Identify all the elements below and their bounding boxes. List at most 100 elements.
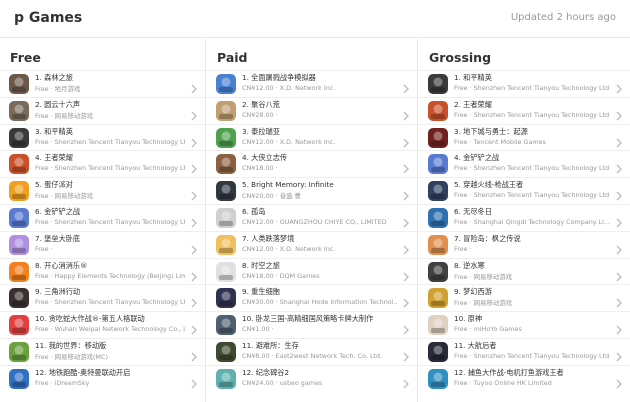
app-meta: Free ·: [454, 245, 610, 253]
app-price: CN¥12.00: [242, 84, 274, 92]
app-name: 11. 我的世界：移动版: [35, 340, 107, 350]
app-list-item[interactable]: 10. 原神 Free · miHoYo Games: [419, 311, 630, 338]
app-icon: [428, 127, 448, 148]
app-name: 9. 梦幻西游: [454, 287, 492, 297]
app-publisher: 网易移动游戏: [473, 272, 513, 281]
app-list-item[interactable]: 9. 梦幻西游 Free · 网易移动游戏: [419, 284, 630, 311]
app-meta: Free · Shenzhen Tencent Tianyou Technolo…: [35, 298, 185, 306]
app-meta: Free · Wuhan Weipai Network Technology C…: [35, 325, 185, 333]
app-list-item[interactable]: 4. 金铲铲之战 Free · Shenzhen Tencent Tianyou …: [419, 150, 630, 177]
app-list-item[interactable]: 8. 开心消消乐® Free · Happy Elements Technolog…: [0, 257, 205, 285]
app-list-item[interactable]: 4. 王者荣耀 Free · Shenzhen Tencent Tianyou T…: [0, 150, 205, 177]
app-publisher: miHoYo Games: [473, 325, 522, 334]
app-price: CN¥12.00: [242, 217, 274, 226]
app-list-item[interactable]: 10. 卧龙三国-高精细国风策略卡牌大制作 CN¥1.00 ·: [207, 311, 417, 338]
app-list-item[interactable]: 11. 避难所：生存 CN¥8.00 · East2west Network Te…: [207, 337, 417, 365]
app-price: Free: [35, 111, 49, 120]
app-meta: Free · Shenzhen Tencent Tianyou Technolo…: [454, 84, 610, 92]
app-list-item[interactable]: 1. 和平精英 Free · Shenzhen Tencent Tianyou T…: [419, 70, 630, 97]
app-publisher: Tuyoo Online HK Limited: [473, 378, 552, 387]
app-icon: [216, 368, 236, 389]
app-list-item[interactable]: 4. 大侠立志传 CN¥18.00 ·: [207, 150, 417, 177]
meta-separator: ·: [269, 325, 274, 334]
app-list-item[interactable]: 1. 全面屠戮战争模拟器 CN¥12.00 · X.D. Network Inc.: [207, 70, 417, 97]
app-list-item[interactable]: 6. 孤岛 CN¥12.00 · GUANGZHOU CHIYE CO., LIM…: [207, 203, 417, 231]
app-name: 9. 三角洲行动: [35, 287, 81, 297]
app-meta: CN¥30.00 · Shanghai Hode Information Tec…: [242, 298, 397, 306]
app-publisher: Happy Elements Technology (Beijing) Limi…: [54, 271, 185, 280]
app-list-item[interactable]: 11. 大航后者 Free · Shenzhen Tencent Tianyou …: [419, 337, 630, 365]
app-name: 1. 森林之旅: [35, 73, 73, 82]
app-publisher: X.D. Network Inc.: [279, 137, 336, 146]
app-publisher: Shenzhen Tencent Tianyou Technology Ltd: [54, 298, 185, 307]
app-list-item[interactable]: 12. 纪念碑谷2 CN¥24.00 · ustwo games: [207, 364, 417, 392]
app-list-item[interactable]: 2. 圆云十六声 Free · 网易移动游戏: [0, 96, 205, 124]
app-list-item[interactable]: 7. 人类跌落梦境 CN¥12.00 · X.D. Network Inc.: [207, 230, 417, 258]
app-meta: Free · Shanghai Qingdi Technology Compan…: [454, 218, 610, 226]
app-list-item[interactable]: 3. 和平精英 Free · Shenzhen Tencent Tianyou T…: [0, 123, 205, 151]
app-meta: Free · Shenzhen Tencent Tianyou Technolo…: [35, 164, 185, 172]
app-list-item[interactable]: 5. Bright Memory: Infinite CN¥20.00 · 音盛 …: [207, 177, 417, 204]
app-price: Free: [454, 325, 468, 334]
app-name: 10. 贪吃蛇大作战®-第五人格联动: [35, 314, 145, 324]
app-meta: Free · 网易移动游戏(MC): [35, 352, 185, 361]
app-list-item[interactable]: 10. 贪吃蛇大作战®-第五人格联动 Free · Wuhan Weipai Ne…: [0, 311, 205, 338]
app-list-item[interactable]: 6. 金铲铲之战 Free · Shenzhen Tencent Tianyou …: [0, 203, 205, 231]
app-list-item[interactable]: 7. 冒险岛：枫之传说 Free ·: [419, 230, 630, 258]
app-name: 6. 无尽冬日: [454, 206, 492, 216]
app-price: Free: [454, 191, 468, 200]
app-list-item[interactable]: 3. 地下城与勇士：起源 Free · Tencent Mobile Games: [419, 123, 630, 151]
app-list-item[interactable]: 11. 我的世界：移动版 Free · 网易移动游戏(MC): [0, 337, 205, 365]
app-price: CN¥28.00: [242, 110, 274, 119]
chevron-right-icon: [190, 374, 198, 389]
app-list-item[interactable]: 2. 聚谷八荒 CN¥28.00 ·: [207, 96, 417, 124]
app-icon: [428, 181, 448, 202]
app-publisher: 网易移动游戏: [54, 111, 94, 120]
app-meta: Free · iDreamSky: [35, 379, 185, 387]
app-meta: Free · 网易移动游戏: [454, 272, 610, 281]
app-publisher: X.D. Network Inc.: [279, 244, 336, 253]
app-meta: CN¥18.00 ·: [242, 164, 397, 172]
app-meta: Free · 网易移动游戏: [35, 191, 185, 200]
app-list-item[interactable]: 5. 蛋仔派对 Free · 网易移动游戏: [0, 177, 205, 204]
app-list-item[interactable]: 9. 重生细胞 CN¥30.00 · Shanghai Hode Informat…: [207, 284, 417, 311]
chevron-right-icon: [615, 79, 623, 94]
app-list-item[interactable]: 12. 地铁跑酷-奥特曼联动开启 Free · iDreamSky: [0, 364, 205, 392]
app-list-item[interactable]: 1. 森林之旅 Free · 地月游戏: [0, 70, 205, 97]
app-price: CN¥8.00: [242, 351, 270, 360]
app-publisher: Shenzhen Tencent Tianyou Technology Ltd: [54, 137, 185, 146]
app-list-item[interactable]: 12. 捕鱼大作战-电机打鱼游戏王者 Free · Tuyoo Online HK…: [419, 364, 630, 392]
app-list-item[interactable]: 2. 王者荣耀 Free · Shenzhen Tencent Tianyou T…: [419, 96, 630, 124]
app-price: Free: [35, 298, 49, 307]
app-publisher: Shenzhen Tencent Tianyou Technology Ltd: [54, 164, 185, 173]
app-name: 2. 王者荣耀: [454, 99, 492, 109]
app-meta: CN¥18.00 · DQM Games: [242, 272, 397, 280]
meta-separator: ·: [467, 244, 472, 253]
app-icon: [428, 207, 448, 228]
app-price: CN¥12.00: [242, 137, 274, 146]
app-publisher: GUANGZHOU CHIYE CO., LIMITED: [279, 217, 387, 226]
app-list-item[interactable]: 5. 穿越火线-枪战王者 Free · Shenzhen Tencent Tian…: [419, 177, 630, 204]
app-meta: Free · Shenzhen Tencent Tianyou Technolo…: [454, 111, 610, 119]
app-list-item[interactable]: 6. 无尽冬日 Free · Shanghai Qingdi Technology…: [419, 203, 630, 231]
chevron-right-icon: [402, 374, 410, 389]
app-icon: [428, 261, 448, 282]
app-price: CN¥1.00: [242, 325, 270, 334]
app-list-item[interactable]: 7. 堡垒大卧底 Free ·: [0, 230, 205, 258]
app-price: CN¥24.00: [242, 378, 274, 387]
app-price: Free: [35, 137, 49, 146]
app-icon: [428, 234, 448, 255]
app-name: 10. 卧龙三国-高精细国风策略卡牌大制作: [242, 314, 374, 324]
column-title-grossing: Grossing: [429, 50, 492, 65]
app-icon: [9, 315, 29, 336]
app-list-item[interactable]: 9. 三角洲行动 Free · Shenzhen Tencent Tianyou …: [0, 284, 205, 311]
app-list-item[interactable]: 8. 时空之旅 CN¥18.00 · DQM Games: [207, 257, 417, 285]
app-list-item[interactable]: 3. 泰拉瑞亚 CN¥12.00 · X.D. Network Inc.: [207, 123, 417, 151]
chevron-right-icon: [615, 374, 623, 389]
app-price: CN¥20.00: [242, 192, 274, 201]
chevron-right-icon: [190, 79, 198, 94]
chevron-right-icon: [190, 347, 198, 362]
app-price: Free: [35, 271, 49, 280]
chevron-right-icon: [190, 267, 198, 282]
app-list-item[interactable]: 8. 逆水寒 Free · 网易移动游戏: [419, 257, 630, 285]
